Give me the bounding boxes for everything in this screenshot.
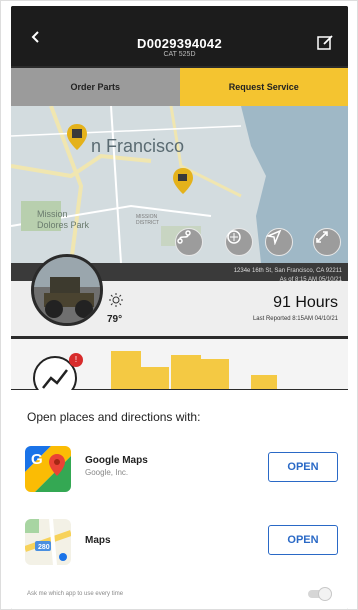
tab-request-service[interactable]: Request Service <box>179 68 348 106</box>
alert-badge: ! <box>69 353 83 367</box>
app-publisher: Google, Inc. <box>85 468 129 477</box>
last-reported: Last Reported 8:15AM 04/10/21 <box>252 316 338 322</box>
toggle-knob <box>318 587 332 601</box>
layers-icon[interactable] <box>225 228 253 256</box>
top-bar: D0029394042 CAT 525D <box>11 6 348 66</box>
address-line: 1234e 16th St, San Francisco, CA 92211 <box>233 268 342 274</box>
svg-text:G: G <box>31 451 43 468</box>
map-district-label: MISSION DISTRICT <box>136 214 160 226</box>
sheet-title: Open places and directions with: <box>27 410 201 424</box>
map-city-label: n Francisco <box>91 136 185 156</box>
map-park-label: Mission Dolores Park <box>37 209 90 230</box>
truck-pin-icon[interactable] <box>173 168 193 194</box>
app-frame: D0029394042 CAT 525D Order Parts Request… <box>11 6 348 610</box>
open-maps-button[interactable]: OPEN <box>268 525 338 555</box>
ask-every-time-toggle[interactable] <box>308 587 334 601</box>
app-name: Maps <box>85 535 111 546</box>
google-maps-icon: G <box>25 446 71 492</box>
tab-bar: Order Parts Request Service <box>11 68 348 106</box>
apple-maps-icon: 280 <box>25 519 71 565</box>
app-option-maps[interactable]: 280 Maps OPEN <box>11 511 348 571</box>
app-name: Google Maps <box>85 455 148 466</box>
engine-hours: 91 Hours <box>273 294 338 311</box>
navigate-icon[interactable] <box>265 228 293 256</box>
machine-avatar[interactable] <box>31 254 103 326</box>
tab-order-parts[interactable]: Order Parts <box>11 68 180 106</box>
svg-text:280: 280 <box>38 544 50 551</box>
open-google-maps-button[interactable]: OPEN <box>268 452 338 482</box>
usage-bar <box>201 359 229 389</box>
usage-bar <box>141 367 169 389</box>
asset-title: D0029394042 <box>137 36 222 51</box>
temperature-value: 79° <box>107 314 123 325</box>
expand-icon[interactable] <box>313 228 341 256</box>
edit-icon[interactable] <box>316 34 334 52</box>
asset-subtitle: CAT 525D <box>163 51 196 58</box>
open-with-sheet: Open places and directions with: G Googl… <box>11 390 348 610</box>
usage-bar <box>171 355 201 389</box>
sun-icon <box>109 293 123 307</box>
app-option-google-maps[interactable]: G Google Maps Google, Inc. OPEN <box>11 438 348 498</box>
building-pin-icon[interactable] <box>67 124 87 150</box>
map-view[interactable]: n Francisco Mission Dolores Park MISSION… <box>11 106 348 263</box>
usage-bar <box>251 375 277 389</box>
usage-bar <box>111 351 141 389</box>
ask-every-time-label: Ask me which app to use every time <box>27 591 124 597</box>
route-icon[interactable] <box>175 228 203 256</box>
